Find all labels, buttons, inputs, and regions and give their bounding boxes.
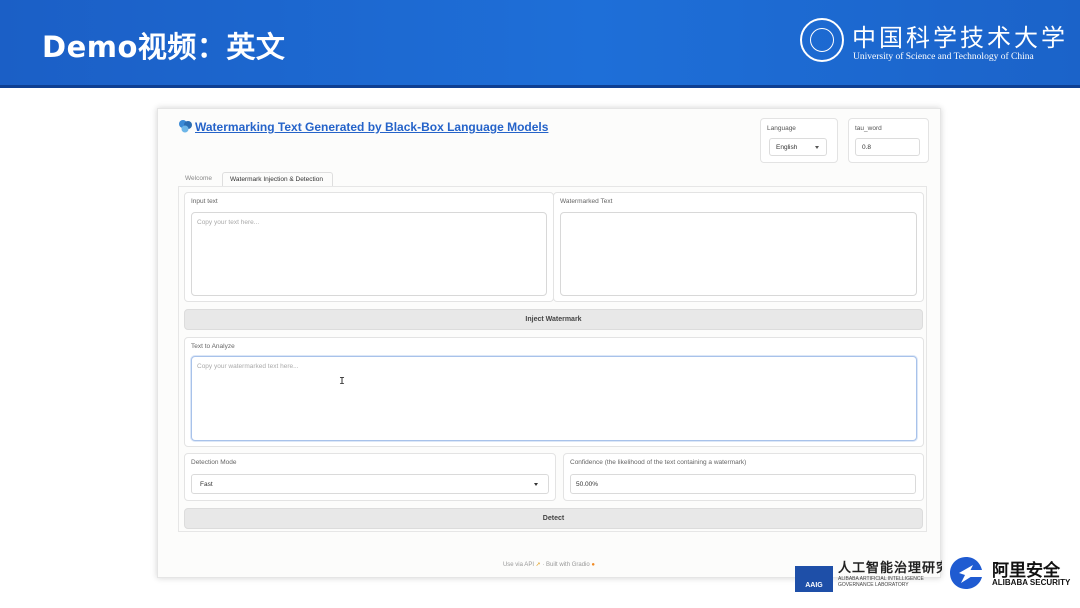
input-text-label: Input text — [191, 198, 218, 205]
tab-welcome[interactable]: Welcome — [178, 172, 222, 186]
tab-watermark-injection-detection[interactable]: Watermark Injection & Detection — [222, 172, 333, 186]
built-with-gradio-link[interactable]: Built with Gradio — [546, 562, 590, 568]
input-text-area[interactable]: Copy your text here... — [191, 212, 547, 296]
gradio-icon: ● — [591, 562, 596, 568]
aaig-name-en-2: GOVERNANCE LABORATORY — [838, 582, 909, 588]
header-divider — [0, 85, 1080, 88]
university-seal-icon — [800, 18, 844, 62]
detection-mode-block: Detection Mode Fast — [184, 453, 556, 501]
chevron-down-icon — [815, 146, 819, 149]
inject-watermark-button[interactable]: Inject Watermark — [184, 309, 923, 330]
app-logo-icon — [179, 120, 192, 133]
confidence-label: Confidence (the likelihood of the text c… — [570, 459, 747, 466]
confidence-block: Confidence (the likelihood of the text c… — [563, 453, 924, 501]
tau-word-label: tau_word — [855, 125, 882, 132]
watermarked-text-area[interactable] — [560, 212, 917, 296]
university-name-cn: 中国科学技术大学 — [852, 24, 1068, 52]
detect-button[interactable]: Detect — [184, 508, 923, 529]
aaig-logo: AAIG — [795, 566, 833, 592]
university-name-en: University of Science and Technology of … — [853, 52, 1034, 62]
detection-mode-label: Detection Mode — [191, 459, 237, 466]
aaig-name-cn: 人工智能治理研究中心 — [838, 561, 942, 576]
slide-title: Demo视频：英文 — [42, 30, 286, 64]
alibaba-security-name-en: ALIBABA SECURITY — [992, 578, 1071, 587]
tab-panel: Input text Copy your text here... Waterm… — [178, 186, 927, 532]
detection-mode-select[interactable]: Fast — [191, 474, 549, 494]
language-block: Language English — [760, 118, 838, 163]
app-title-link[interactable]: Watermarking Text Generated by Black-Box… — [195, 120, 548, 134]
alibaba-security-logo-icon — [950, 557, 982, 589]
text-to-analyze-label: Text to Analyze — [191, 343, 235, 350]
detection-mode-value: Fast — [200, 481, 213, 488]
watermarked-text-label: Watermarked Text — [560, 198, 613, 205]
watermarked-text-block: Watermarked Text — [553, 192, 924, 302]
tau-word-block: tau_word 0.8 — [848, 118, 929, 163]
rocket-icon: ➚ — [535, 562, 541, 568]
text-to-analyze-block: Text to Analyze Copy your watermarked te… — [184, 337, 924, 447]
input-text-block: Input text Copy your text here... — [184, 192, 554, 302]
use-via-api-link[interactable]: Use via API — [503, 562, 534, 568]
language-select[interactable]: English — [769, 138, 827, 156]
chevron-down-icon — [534, 483, 538, 486]
tau-word-input[interactable]: 0.8 — [855, 138, 920, 156]
footer-separator: · — [542, 562, 545, 568]
language-label: Language — [767, 125, 796, 132]
confidence-output: 50.00% — [570, 474, 916, 494]
app-window: Watermarking Text Generated by Black-Box… — [157, 108, 941, 578]
text-cursor-icon: I — [339, 376, 346, 387]
aaig-text-block: 人工智能治理研究中心 ALIBABA ARTIFICIAL INTELLIGEN… — [838, 557, 942, 593]
text-to-analyze-area[interactable]: Copy your watermarked text here... — [191, 356, 917, 441]
language-value: English — [776, 144, 798, 151]
